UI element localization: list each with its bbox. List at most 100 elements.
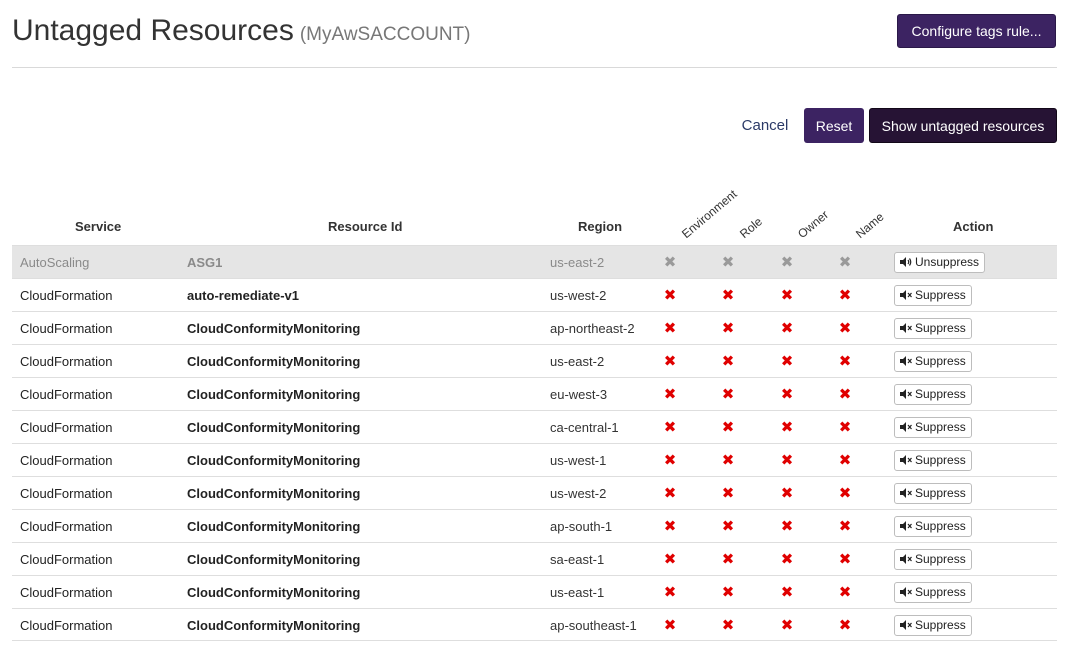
table-row: CloudFormation CloudConformityMonitoring a… [12, 311, 1057, 344]
owner-missing-cross-icon: ✖ [780, 485, 794, 502]
service-cell: CloudFormation [20, 518, 113, 534]
resource-id-cell: CloudConformityMonitoring [187, 485, 361, 501]
service-cell: CloudFormation [20, 386, 113, 402]
action-cell: Suppress [894, 444, 972, 476]
action-cell: Unsuppress [894, 246, 986, 278]
environment-missing-cross-icon: ✖ [663, 254, 677, 271]
role-missing-cross-icon: ✖ [721, 518, 735, 535]
action-label: Suppress [915, 288, 966, 302]
action-label: Suppress [915, 420, 966, 434]
service-cell: CloudFormation [20, 353, 113, 369]
service-cell: CloudFormation [20, 551, 113, 567]
region-cell: us-east-2 [550, 353, 605, 369]
suppress-button[interactable]: Suppress [894, 449, 972, 471]
table-row: CloudFormation CloudConformityMonitoring c… [12, 410, 1057, 443]
name-missing-cross-icon: ✖ [838, 320, 852, 337]
table-row: CloudFormation CloudConformityMonitoring u… [12, 344, 1057, 377]
name-missing-cross-icon: ✖ [838, 254, 852, 271]
suppress-button[interactable]: Suppress [894, 350, 972, 372]
role-missing-cross-icon: ✖ [721, 320, 735, 337]
environment-missing-cross-icon: ✖ [663, 386, 677, 403]
header-divider [12, 67, 1057, 68]
configure-tags-rule-button[interactable]: Configure tags rule... [897, 14, 1056, 48]
role-missing-cross-icon: ✖ [721, 485, 735, 502]
table-body: AutoScaling ASG1 us-east-2 ✖ ✖ ✖ ✖ Unsuppress Cl… [12, 245, 1057, 641]
speaker-muted-icon [900, 290, 912, 300]
region-cell: ap-southeast-1 [550, 617, 637, 633]
table-row: CloudFormation CloudConformityMonitoring u… [12, 476, 1057, 509]
service-cell: CloudFormation [20, 320, 113, 336]
environment-missing-cross-icon: ✖ [663, 353, 677, 370]
role-missing-cross-icon: ✖ [721, 353, 735, 370]
service-cell: AutoScaling [20, 254, 90, 270]
cancel-button[interactable]: Cancel [736, 108, 794, 142]
reset-button[interactable]: Reset [804, 108, 864, 143]
action-cell: Suppress [894, 411, 972, 443]
speaker-muted-icon [900, 521, 912, 531]
owner-missing-cross-icon: ✖ [780, 254, 794, 271]
owner-missing-cross-icon: ✖ [780, 452, 794, 469]
action-cell: Suppress [894, 609, 972, 641]
suppress-button[interactable]: Suppress [894, 383, 972, 405]
service-cell: CloudFormation [20, 485, 113, 501]
speaker-muted-icon [900, 356, 912, 366]
region-cell: us-west-2 [550, 485, 607, 501]
name-missing-cross-icon: ✖ [838, 419, 852, 436]
table-row: CloudFormation CloudConformityMonitoring a… [12, 608, 1057, 641]
table-header: Service Resource Id Region Environment R… [12, 175, 1057, 245]
role-missing-cross-icon: ✖ [721, 419, 735, 436]
owner-missing-cross-icon: ✖ [780, 287, 794, 304]
resource-id-cell: CloudConformityMonitoring [187, 617, 361, 633]
action-cell: Suppress [894, 576, 972, 608]
unsuppress-button[interactable]: Unsuppress [894, 251, 986, 273]
environment-missing-cross-icon: ✖ [663, 584, 677, 601]
table-row: CloudFormation CloudConformityMonitoring u… [12, 443, 1057, 476]
resource-id-cell: CloudConformityMonitoring [187, 419, 361, 435]
suppress-button[interactable]: Suppress [894, 548, 972, 570]
action-label: Suppress [915, 519, 966, 533]
owner-missing-cross-icon: ✖ [780, 320, 794, 337]
suppress-button[interactable]: Suppress [894, 482, 972, 504]
column-header-name: Name [853, 209, 887, 241]
environment-missing-cross-icon: ✖ [663, 419, 677, 436]
suppress-button[interactable]: Suppress [894, 515, 972, 537]
role-missing-cross-icon: ✖ [721, 386, 735, 403]
suppress-button[interactable]: Suppress [894, 614, 972, 636]
owner-missing-cross-icon: ✖ [780, 617, 794, 634]
environment-missing-cross-icon: ✖ [663, 518, 677, 535]
region-cell: us-east-2 [550, 254, 605, 270]
name-missing-cross-icon: ✖ [838, 584, 852, 601]
service-cell: CloudFormation [20, 617, 113, 633]
environment-missing-cross-icon: ✖ [663, 287, 677, 304]
speaker-muted-icon [900, 620, 912, 630]
action-cell: Suppress [894, 279, 972, 311]
resource-id-cell: CloudConformityMonitoring [187, 353, 361, 369]
region-cell: us-east-1 [550, 584, 605, 600]
service-cell: CloudFormation [20, 287, 113, 303]
owner-missing-cross-icon: ✖ [780, 386, 794, 403]
resource-id-cell: CloudConformityMonitoring [187, 584, 361, 600]
resource-id-cell: CloudConformityMonitoring [187, 386, 361, 402]
suppress-button[interactable]: Suppress [894, 581, 972, 603]
action-label: Suppress [915, 387, 966, 401]
column-header-role: Role [737, 214, 765, 241]
environment-missing-cross-icon: ✖ [663, 617, 677, 634]
untagged-resources-table: Service Resource Id Region Environment R… [12, 175, 1057, 641]
suppress-button[interactable]: Suppress [894, 416, 972, 438]
resource-id-cell: ASG1 [187, 254, 223, 270]
action-cell: Suppress [894, 510, 972, 542]
region-cell: ap-south-1 [550, 518, 613, 534]
suppress-button[interactable]: Suppress [894, 284, 972, 306]
service-cell: CloudFormation [20, 419, 113, 435]
table-row: CloudFormation CloudConformityMonitoring e… [12, 377, 1057, 410]
speaker-muted-icon [900, 389, 912, 399]
table-row: CloudFormation CloudConformityMonitoring u… [12, 575, 1057, 608]
action-label: Suppress [915, 552, 966, 566]
action-cell: Suppress [894, 345, 972, 377]
suppress-button[interactable]: Suppress [894, 317, 972, 339]
action-label: Suppress [915, 585, 966, 599]
table-row: CloudFormation CloudConformityMonitoring s… [12, 542, 1057, 575]
show-untagged-resources-button[interactable]: Show untagged resources [869, 108, 1057, 143]
role-missing-cross-icon: ✖ [721, 254, 735, 271]
name-missing-cross-icon: ✖ [838, 287, 852, 304]
